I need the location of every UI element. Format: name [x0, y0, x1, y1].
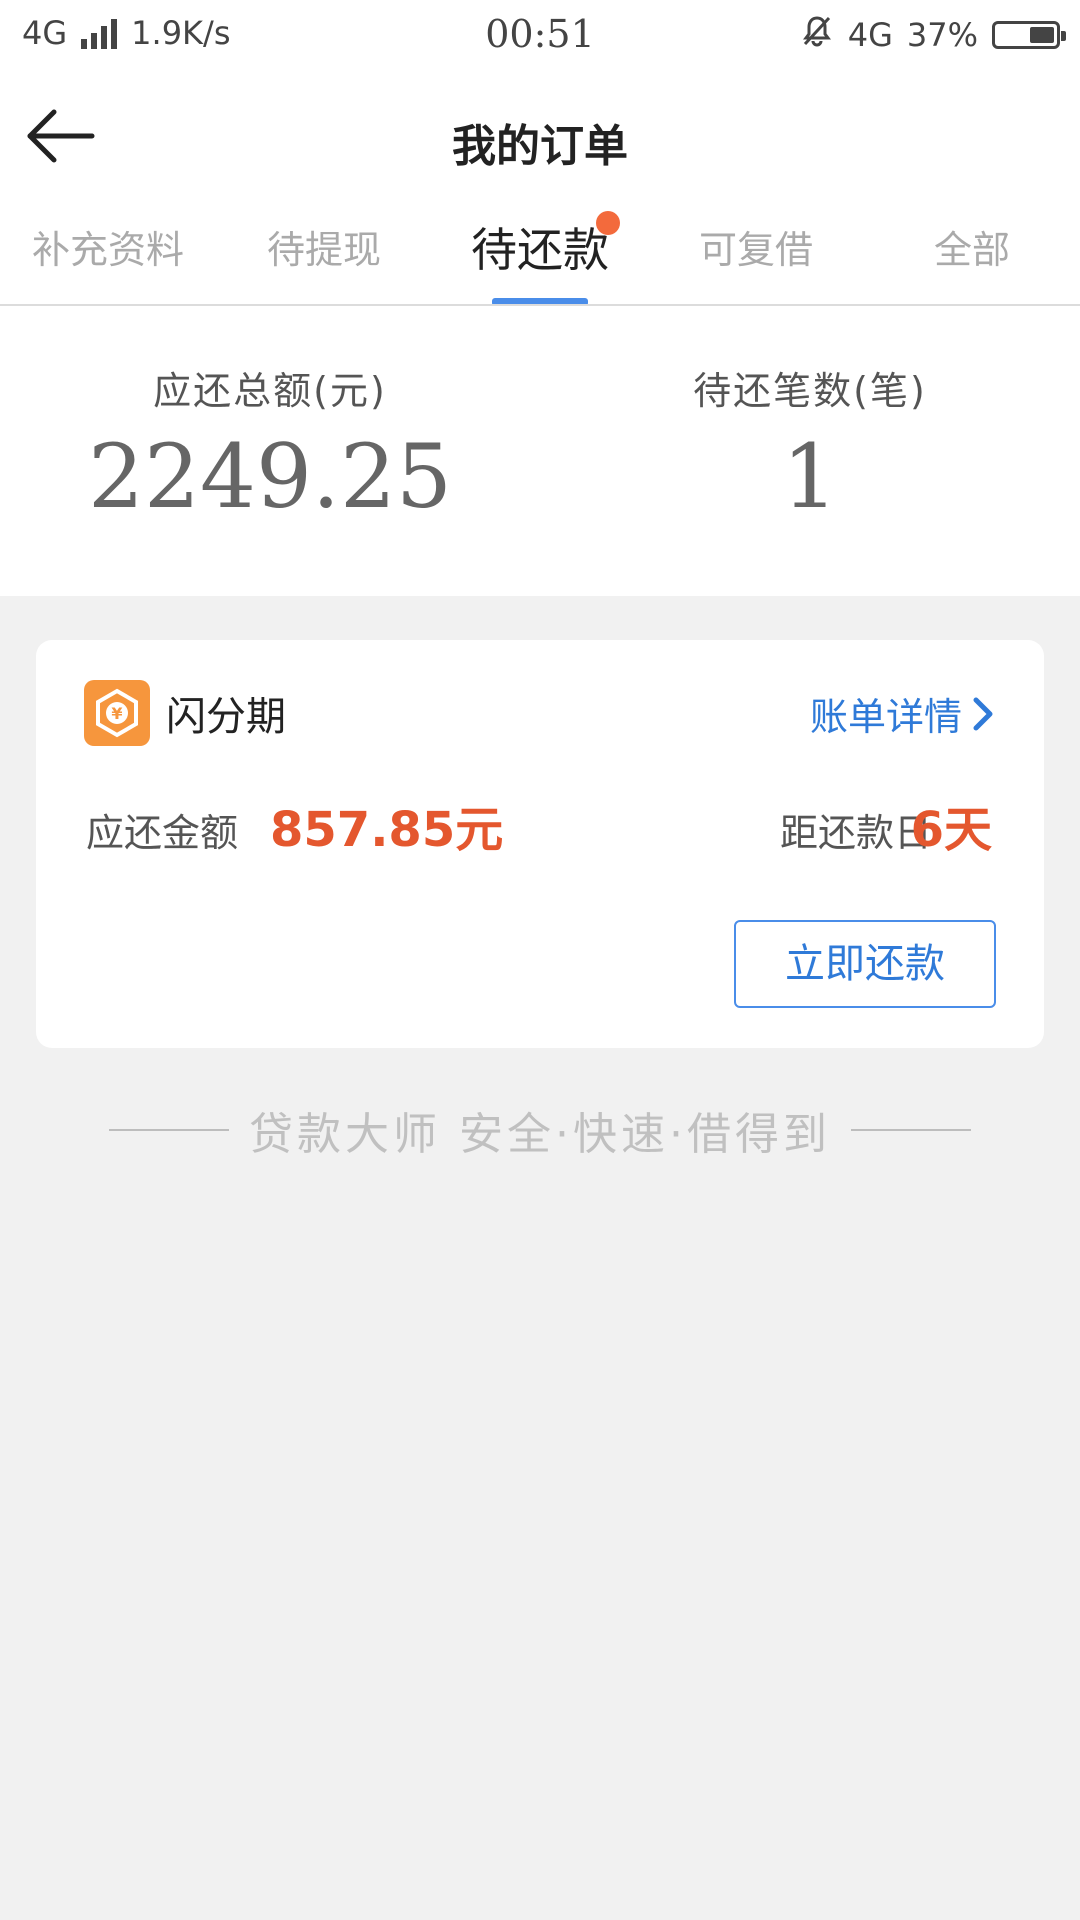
pending-count-value: 1 — [782, 425, 838, 528]
tab-supplement-info[interactable]: 补充资料 — [0, 205, 216, 305]
days-to-due-value: 6天 — [910, 802, 992, 858]
tab-label: 全部 — [933, 228, 1010, 272]
total-due-block: 应还总额(元) 2249.25 — [0, 360, 540, 528]
battery-icon — [992, 21, 1066, 49]
tab-label: 可复借 — [698, 228, 813, 272]
tab-all[interactable]: 全部 — [864, 205, 1080, 305]
due-amount-value: 857.85元 — [270, 802, 504, 858]
tab-pending-withdraw[interactable]: 待提现 — [216, 205, 432, 305]
slogan-divider-left — [109, 1129, 230, 1131]
footer-slogan: 贷款大师 安全·快速·借得到 — [0, 1100, 1080, 1160]
pending-count-label: 待还笔数(笔) — [693, 369, 927, 413]
repay-summary: 应还总额(元) 2249.25 待还笔数(笔) 1 — [0, 360, 1080, 560]
chevron-right-icon — [973, 697, 993, 730]
bill-detail-link[interactable]: 账单详情 — [810, 686, 994, 741]
tab-reborrow[interactable]: 可复借 — [648, 205, 864, 305]
repay-now-button[interactable]: 立即还款 — [734, 920, 996, 1008]
order-tabs: 补充资料 待提现 待还款 可复借 全部 — [0, 205, 1080, 306]
tab-label: 待还款 — [471, 223, 609, 277]
slogan-text: 贷款大师 安全·快速·借得到 — [249, 1109, 831, 1160]
due-amount-label: 应还金额 — [86, 811, 239, 855]
battery-percent: 37% — [906, 16, 978, 54]
tab-pending-repay[interactable]: 待还款 — [432, 205, 648, 306]
total-due-value: 2249.25 — [88, 425, 452, 528]
svg-text:¥: ¥ — [111, 704, 122, 723]
status-right: 4G 37% — [800, 14, 1066, 56]
slogan-divider-right — [850, 1129, 971, 1131]
tab-label: 补充资料 — [31, 228, 184, 272]
tabs-divider — [0, 304, 1080, 306]
tab-label: 待提现 — [266, 228, 381, 272]
order-card: ¥ 闪分期 账单详情 应还金额 857.85元 距还款日 6天 立即还款 — [36, 640, 1044, 1048]
notification-dot — [596, 211, 620, 235]
mute-bell-icon — [800, 14, 834, 56]
brand-name: 闪分期 — [166, 694, 286, 740]
page-title: 我的订单 — [452, 121, 628, 172]
total-due-label: 应还总额(元) — [153, 369, 387, 413]
status-bar: 4G 1.9K/s 00:51 4G 37% — [0, 0, 1080, 70]
bill-detail-label: 账单详情 — [809, 695, 962, 739]
pending-count-block: 待还笔数(笔) 1 — [540, 360, 1080, 528]
network-type-right: 4G — [847, 16, 893, 54]
days-to-due-label: 距还款日 — [779, 811, 932, 855]
brand-logo-icon: ¥ — [84, 680, 150, 746]
header: 我的订单 — [0, 80, 1080, 200]
